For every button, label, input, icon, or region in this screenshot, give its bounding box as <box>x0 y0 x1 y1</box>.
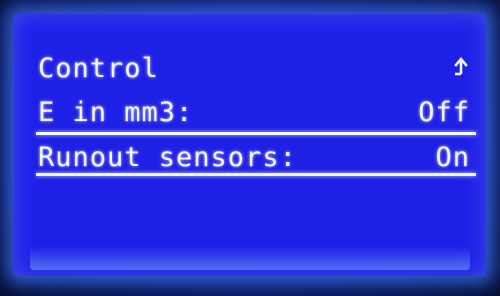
menu-title: Control <box>38 53 159 84</box>
up-arrow-icon[interactable] <box>454 56 468 80</box>
menu-item-value: Off <box>418 97 470 128</box>
menu-item-label: E in mm3: <box>38 97 194 128</box>
selection-border-bottom <box>36 173 476 176</box>
menu-item-value: On <box>435 142 470 173</box>
menu-item-runout-sensors[interactable]: Runout sensors: On <box>38 139 476 177</box>
backlight-glow <box>30 246 470 270</box>
menu-item-label: Runout sensors: <box>38 142 297 173</box>
selection-border-top <box>36 132 476 135</box>
display-bezel: Control E in mm3: Off Runout sensors: On <box>0 0 500 296</box>
menu-item-e-in-mm3[interactable]: E in mm3: Off <box>38 94 476 132</box>
menu-header-back[interactable]: Control <box>38 50 476 88</box>
